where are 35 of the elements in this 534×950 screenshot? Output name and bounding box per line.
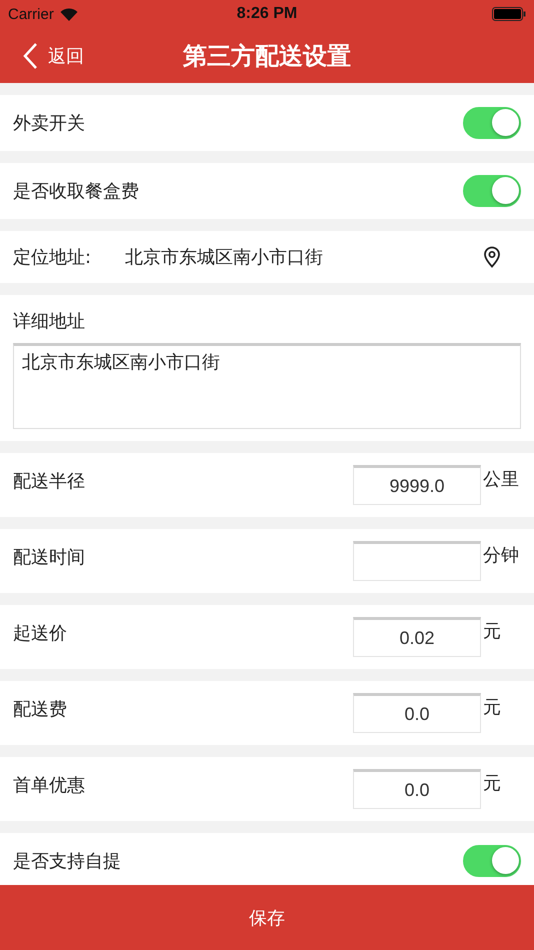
status-time: 8:26 PM: [236, 5, 298, 23]
setting-label: 起送价: [13, 622, 67, 646]
battery-icon: [492, 7, 526, 21]
input-field[interactable]: 0.0: [353, 693, 481, 733]
unit-label: 元: [483, 696, 502, 719]
unit-label: 元: [483, 620, 502, 643]
wifi-icon: [60, 8, 78, 20]
save-button[interactable]: 保存: [0, 885, 534, 950]
toggle-switch[interactable]: [463, 107, 521, 139]
page-title: 第三方配送设置: [183, 40, 351, 72]
input-field[interactable]: 0.0: [353, 769, 481, 809]
address-field[interactable]: 北京市东城区南小市口街: [13, 343, 521, 429]
setting-label: 外卖开关: [13, 112, 85, 135]
back-chevron-icon: [22, 42, 38, 70]
input-field[interactable]: 0.02: [353, 617, 481, 657]
back-button[interactable]: 返回: [0, 42, 84, 70]
setting-label: 定位地址:: [13, 246, 92, 269]
setting-label: 配送半径: [13, 470, 85, 494]
carrier-name: Carrier: [8, 6, 54, 22]
input-field[interactable]: 9999.0: [353, 465, 481, 505]
unit-label: 公里: [483, 468, 520, 491]
input-field[interactable]: [353, 541, 481, 581]
setting-label: 首单优惠: [13, 774, 85, 798]
unit-label: 元: [483, 772, 502, 795]
setting-label: 详细地址: [13, 310, 86, 333]
location-pin-icon[interactable]: [483, 246, 501, 268]
setting-label: 配送费: [13, 698, 67, 722]
setting-label: 是否支持自提: [13, 850, 121, 873]
setting-label: 配送时间: [13, 546, 85, 570]
setting-label: 是否收取餐盒费: [13, 180, 139, 203]
location-value: 北京市东城区南小市口街: [125, 246, 324, 269]
toggle-switch[interactable]: [463, 845, 521, 877]
unit-label: 分钟: [483, 544, 520, 567]
back-label: 返回: [48, 44, 84, 68]
toggle-switch[interactable]: [463, 175, 521, 207]
